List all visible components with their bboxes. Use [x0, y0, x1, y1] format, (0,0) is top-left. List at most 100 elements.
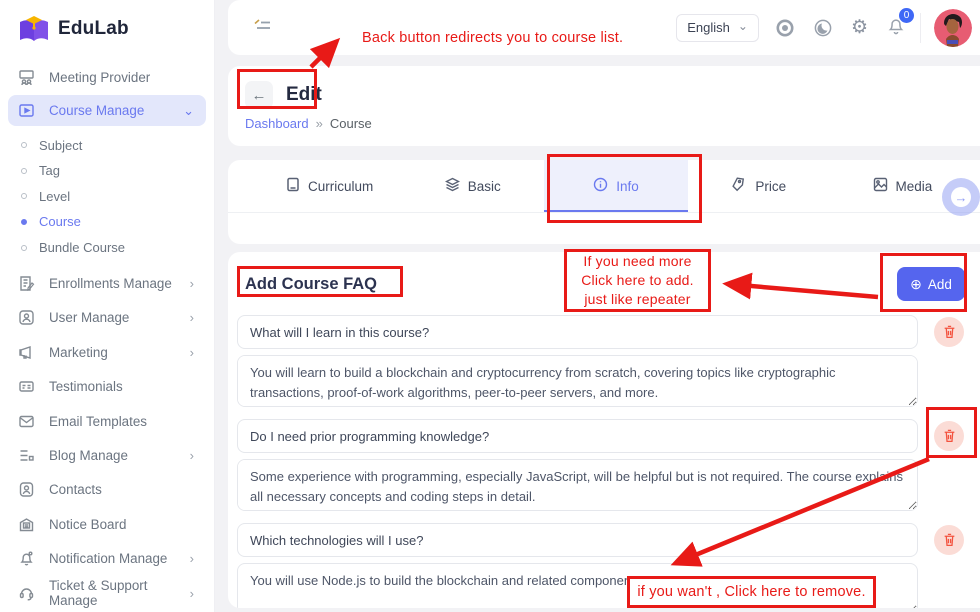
notifications-bell[interactable]: 0 — [886, 15, 906, 41]
media-image-icon — [873, 177, 888, 195]
sidebar-collapse-icon[interactable] — [253, 18, 273, 38]
notification-count-badge: 0 — [899, 8, 914, 23]
sidebar-item-label: Meeting Provider — [49, 70, 150, 85]
sidebar-menu: Meeting Provider Course Manage ⌄ Subject — [0, 60, 214, 610]
remove-faq-button-1[interactable] — [934, 317, 964, 347]
arrow-right-icon: → — [951, 187, 971, 207]
curriculum-icon — [286, 177, 300, 195]
faq-answer-textarea-3[interactable]: You will use Node.js to build the blockc… — [237, 563, 918, 608]
chevron-right-icon: › — [190, 310, 214, 325]
testimonials-icon — [18, 378, 35, 395]
subitem-label: Course — [39, 214, 81, 229]
tab-label: Price — [755, 179, 786, 194]
faq-row: Some experience with programming, especi… — [237, 419, 965, 511]
sidebar-item-label: Course Manage — [49, 103, 144, 118]
sidebar-item-marketing[interactable]: Marketing › — [0, 335, 214, 369]
faq-question-input-1[interactable] — [237, 315, 918, 349]
marketing-icon — [18, 344, 35, 361]
tab-basic[interactable]: Basic — [401, 160, 544, 212]
sidebar-item-label: Enrollments Manage — [49, 276, 172, 291]
add-faq-button[interactable]: ⊕ Add — [897, 267, 965, 301]
tab-label: Curriculum — [308, 179, 373, 194]
sidebar-item-contacts[interactable]: Contacts — [0, 473, 214, 507]
chevron-right-icon: › — [190, 276, 214, 291]
breadcrumb-separator: » — [316, 116, 323, 131]
bullet-icon — [21, 193, 27, 199]
sidebar-item-course-manage[interactable]: Course Manage ⌄ — [8, 95, 206, 126]
tab-curriculum[interactable]: Curriculum — [258, 160, 401, 212]
sidebar-subitem-level[interactable]: Level — [0, 184, 214, 210]
bullet-icon — [21, 168, 27, 174]
back-button[interactable]: ← — [245, 81, 273, 109]
tab-label: Basic — [468, 179, 501, 194]
sidebar-item-label: Email Templates — [49, 414, 147, 429]
add-button-label: Add — [928, 277, 952, 292]
faq-row: You will use Node.js to build the blockc… — [237, 523, 965, 608]
subitem-label: Tag — [39, 163, 60, 178]
blog-icon — [18, 447, 35, 464]
page-head: ← Edit Dashboard » Course — [228, 66, 980, 146]
meeting-provider-icon — [18, 69, 35, 86]
dark-mode-moon-icon[interactable] — [813, 18, 833, 38]
chevron-down-icon: ⌄ — [183, 103, 206, 119]
gear-icon[interactable]: ⚙ — [851, 18, 868, 37]
trash-icon — [943, 533, 956, 547]
sidebar-item-enrollments-manage[interactable]: Enrollments Manage › — [0, 266, 214, 300]
plus-circle-icon: ⊕ — [910, 276, 922, 293]
sidebar-subitem-bundle-course[interactable]: Bundle Course — [0, 235, 214, 261]
edulab-logo-icon — [17, 14, 51, 44]
sidebar-item-ticket-support[interactable]: Ticket & Support Manage › — [0, 576, 214, 610]
sidebar-subitem-subject[interactable]: Subject — [0, 132, 214, 158]
tabs-scroll-right-button[interactable]: → — [942, 178, 980, 216]
remove-faq-button-3[interactable] — [934, 525, 964, 555]
sidebar-item-label: Contacts — [49, 482, 102, 497]
tab-info[interactable]: Info — [544, 160, 687, 212]
sidebar-item-user-manage[interactable]: User Manage › — [0, 301, 214, 335]
faq-answer-textarea-1[interactable]: You will learn to build a blockchain and… — [237, 355, 918, 407]
breadcrumb-course: Course — [330, 116, 372, 131]
notification-icon — [18, 550, 35, 567]
sidebar-item-meeting-provider[interactable]: Meeting Provider — [0, 60, 214, 94]
faq-row: You will learn to build a blockchain and… — [237, 315, 965, 407]
course-manage-icon — [18, 102, 35, 119]
sidebar-item-testimonials[interactable]: Testimonials — [0, 370, 214, 404]
info-icon — [593, 177, 608, 195]
sidebar-item-email-templates[interactable]: Email Templates — [0, 404, 214, 438]
sidebar-item-blog-manage[interactable]: Blog Manage › — [0, 438, 214, 472]
header-divider — [920, 13, 921, 43]
notice-board-icon — [18, 516, 35, 533]
course-manage-submenu: Subject Tag Level Course Bundle Course — [0, 132, 214, 260]
faq-question-input-3[interactable] — [237, 523, 918, 557]
faq-card: Add Course FAQ ⊕ Add You will learn to b… — [228, 252, 980, 608]
top-bar: English ⌄ ⚙ — [228, 0, 980, 55]
chevron-right-icon: › — [190, 551, 214, 566]
layers-icon — [445, 177, 460, 195]
sidebar-subitem-course[interactable]: Course — [0, 209, 214, 235]
breadcrumb-dashboard[interactable]: Dashboard — [245, 116, 309, 131]
sidebar-item-label: Ticket & Support Manage — [49, 578, 190, 608]
user-manage-icon — [18, 309, 35, 326]
chevron-right-icon: › — [190, 345, 214, 360]
enrollments-icon — [18, 275, 35, 292]
faq-list: You will learn to build a blockchain and… — [237, 315, 965, 608]
remove-faq-button-2[interactable] — [934, 421, 964, 451]
sidebar-item-notice-board[interactable]: Notice Board — [0, 507, 214, 541]
trash-icon — [943, 429, 956, 443]
sidebar-subitem-tag[interactable]: Tag — [0, 158, 214, 184]
sidebar: EduLab Meeting Provider — [0, 0, 215, 612]
app-title: EduLab — [58, 18, 129, 40]
sidebar-item-label: User Manage — [49, 310, 129, 325]
tab-price[interactable]: Price — [688, 160, 831, 212]
sidebar-item-label: Notice Board — [49, 517, 126, 532]
faq-question-input-2[interactable] — [237, 419, 918, 453]
chevron-right-icon: › — [190, 586, 214, 601]
bullet-icon — [21, 245, 27, 251]
page-title: Edit — [286, 84, 322, 106]
subitem-label: Bundle Course — [39, 240, 125, 255]
ticket-support-icon — [18, 585, 35, 602]
sidebar-item-notification-manage[interactable]: Notification Manage › — [0, 541, 214, 575]
faq-answer-textarea-2[interactable]: Some experience with programming, especi… — [237, 459, 918, 511]
visibility-icon[interactable] — [775, 18, 795, 38]
language-selector[interactable]: English ⌄ — [676, 14, 759, 42]
user-avatar[interactable] — [934, 9, 972, 47]
